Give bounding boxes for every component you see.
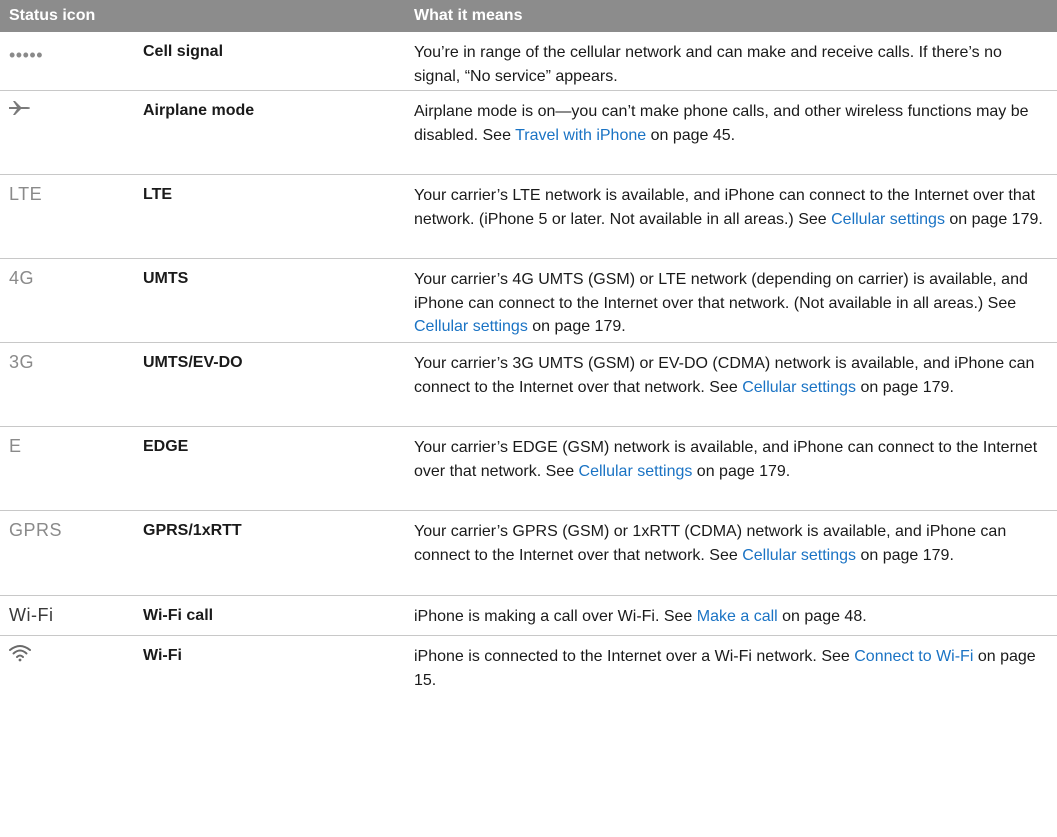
row-desc: Your carrier’s 3G UMTS (GSM) or EV-DO (C… [414,352,1044,399]
row-name: UMTS/EV-DO [143,354,243,371]
header-what-it-means: What it means [414,7,523,24]
table-row: ••••• Cell signal You’re in range of the… [0,32,1057,91]
table-header: Status icon What it means [0,0,1057,32]
cross-reference-link[interactable]: Travel with iPhone [515,127,646,144]
table-row: Wi-Fi Wi-Fi call iPhone is making a call… [0,596,1057,636]
row-name: Wi-Fi [143,647,182,664]
cell-signal-icon: ••••• [9,45,44,65]
row-desc: Your carrier’s LTE network is available,… [414,184,1044,231]
row-desc: Airplane mode is on—you can’t make phone… [414,100,1044,147]
airplane-icon [9,99,31,121]
gprs-icon: GPRS [9,520,63,540]
row-name: Wi-Fi call [143,607,214,624]
row-name: GPRS/1xRTT [143,522,242,539]
row-desc: iPhone is connected to the Internet over… [414,645,1044,692]
3g-icon: 3G [9,352,35,372]
row-name: Airplane mode [143,102,255,119]
row-desc: Your carrier’s EDGE (GSM) network is ava… [414,436,1044,483]
row-desc: You’re in range of the cellular network … [414,41,1044,88]
row-desc: Your carrier’s 4G UMTS (GSM) or LTE netw… [414,268,1044,339]
4g-icon: 4G [9,268,35,288]
description-text: on page 179. [856,378,954,396]
table-row: Airplane mode Airplane mode is on—you ca… [0,91,1057,175]
cross-reference-link[interactable]: Connect to Wi-Fi [854,648,973,665]
row-name: Cell signal [143,43,224,60]
status-icon-table: Status icon What it means ••••• Cell sig… [0,0,1057,689]
cross-reference-link[interactable]: Cellular settings [742,547,856,564]
cross-reference-link[interactable]: Make a call [697,608,778,625]
table-row: 3G UMTS/EV-DO Your carrier’s 3G UMTS (GS… [0,343,1057,427]
row-name: UMTS [143,270,189,287]
cross-reference-link[interactable]: Cellular settings [742,379,856,396]
header-status-icon: Status icon [9,7,96,24]
row-name: EDGE [143,438,189,455]
cross-reference-link[interactable]: Cellular settings [831,211,945,228]
table-row: LTE LTE Your carrier’s LTE network is av… [0,175,1057,259]
description-text: on page 179. [856,546,954,564]
description-text: You’re in range of the cellular network … [414,44,1002,85]
description-text: iPhone is connected to the Internet over… [414,648,855,665]
description-text: Your carrier’s 4G UMTS (GSM) or LTE netw… [414,271,1028,312]
lte-icon: LTE [9,184,43,204]
cross-reference-link[interactable]: Cellular settings [579,463,693,480]
description-text: on page 45. [646,126,736,144]
edge-icon: E [9,436,22,456]
description-text: on page 179. [944,210,1043,228]
description-text: iPhone is making a call over Wi-Fi. See [414,608,697,625]
table-row: 4G UMTS Your carrier’s 4G UMTS (GSM) or … [0,259,1057,343]
description-text: on page 48. [777,608,867,625]
table-row: E EDGE Your carrier’s EDGE (GSM) network… [0,427,1057,511]
row-desc: iPhone is making a call over Wi-Fi. See … [414,605,1044,629]
description-text: on page 179. [692,462,791,480]
cross-reference-link[interactable]: Cellular settings [414,318,528,335]
row-desc: Your carrier’s GPRS (GSM) or 1xRTT (CDMA… [414,520,1044,567]
table-row: Wi-Fi iPhone is connected to the Interne… [0,636,1057,695]
wifi-call-icon: Wi-Fi [9,605,54,625]
row-name: LTE [143,186,173,203]
description-text: on page 179. [527,318,626,335]
wifi-icon [9,644,31,667]
table-row: GPRS GPRS/1xRTT Your carrier’s GPRS (GSM… [0,511,1057,596]
